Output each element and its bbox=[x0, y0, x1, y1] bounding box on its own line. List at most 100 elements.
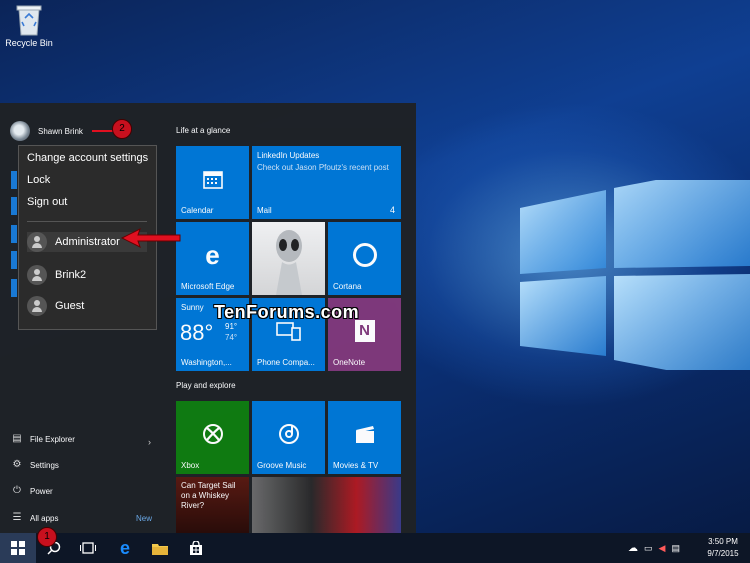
tile-mail[interactable]: LinkedIn Updates Check out Jason Pfoutz'… bbox=[252, 146, 401, 219]
edge-icon: e bbox=[119, 537, 130, 558]
store-icon bbox=[190, 541, 202, 555]
tile-mail-label: Mail bbox=[257, 206, 272, 215]
account-brink2[interactable]: Brink2 bbox=[27, 265, 86, 285]
tile-microsoft-edge[interactable]: e Microsoft Edge bbox=[176, 222, 249, 295]
nav-power-label: Power bbox=[30, 486, 53, 496]
app-tile-strip[interactable] bbox=[11, 251, 17, 269]
tile-movies-tv[interactable]: Movies & TV bbox=[328, 401, 401, 474]
watermark: TenForums.com bbox=[214, 302, 360, 322]
account-guest[interactable]: Guest bbox=[27, 296, 84, 316]
clock-date: 9/7/2015 bbox=[707, 549, 739, 558]
account-administrator-label: Administrator bbox=[55, 236, 120, 248]
calendar-icon bbox=[202, 171, 223, 189]
tile-photos[interactable] bbox=[252, 222, 325, 295]
annotation-line bbox=[92, 130, 114, 132]
gear-icon: ⚙ bbox=[12, 459, 22, 470]
weather-high: 91° bbox=[225, 322, 238, 331]
annotation-badge-1: 1 bbox=[37, 527, 57, 547]
mail-preview: Check out Jason Pfoutz's recent post bbox=[257, 163, 389, 172]
lock-option[interactable]: Lock bbox=[27, 174, 50, 186]
app-tile-strip[interactable] bbox=[11, 225, 17, 243]
tile-groove-label: Groove Music bbox=[257, 461, 307, 470]
clock-time: 3:50 PM bbox=[708, 537, 738, 546]
menu-divider bbox=[27, 221, 147, 222]
movies-tv-icon bbox=[355, 425, 374, 443]
alien-photo bbox=[276, 230, 302, 295]
tile-news[interactable]: Can Target Sail on a Whiskey River? bbox=[176, 477, 249, 533]
onenote-icon: N bbox=[354, 319, 375, 342]
volume-icon[interactable]: ◀ bbox=[659, 543, 666, 554]
chevron-right-icon[interactable]: › bbox=[148, 437, 151, 447]
account-guest-label: Guest bbox=[55, 300, 85, 312]
system-tray: ☁ ▭ ◀ ▤ bbox=[628, 533, 680, 563]
edge-taskbar-button[interactable]: e bbox=[107, 533, 143, 563]
nav-settings-label: Settings bbox=[30, 460, 59, 470]
taskbar-clock[interactable]: 3:50 PM 9/7/2015 bbox=[700, 536, 746, 560]
user-name: Shawn Brink bbox=[38, 126, 83, 136]
nav-power[interactable]: ⏻ Power bbox=[11, 485, 53, 497]
xbox-icon bbox=[202, 423, 223, 444]
tile-onenote-label: OneNote bbox=[333, 358, 366, 367]
tile-weather-label: Washington,... bbox=[181, 358, 232, 367]
recycle-bin-icon bbox=[16, 4, 42, 36]
tile-edge-label: Microsoft Edge bbox=[181, 282, 235, 291]
app-tile-strip[interactable] bbox=[11, 279, 17, 297]
tile-calendar[interactable]: Calendar bbox=[176, 146, 249, 219]
tile-news-photo[interactable] bbox=[252, 477, 401, 533]
task-view-icon bbox=[80, 542, 96, 554]
group-title-play: Play and explore bbox=[176, 381, 236, 390]
tile-movies-label: Movies & TV bbox=[333, 461, 379, 470]
list-icon: ☰ bbox=[12, 512, 22, 523]
weather-low: 74° bbox=[225, 333, 238, 342]
phone-companion-icon bbox=[275, 322, 301, 341]
windows-start-icon bbox=[11, 541, 25, 555]
nav-settings[interactable]: ⚙ Settings bbox=[11, 459, 59, 471]
user-avatar bbox=[10, 121, 30, 141]
group-title-life: Life at a glance bbox=[176, 126, 231, 135]
mail-count-badge: 4 bbox=[389, 205, 395, 215]
network-icon[interactable]: ▭ bbox=[644, 543, 653, 554]
tile-cortana[interactable]: Cortana bbox=[328, 222, 401, 295]
file-explorer-taskbar-button[interactable] bbox=[142, 533, 178, 563]
recycle-bin[interactable]: Recycle Bin bbox=[5, 4, 53, 48]
annotation-badge-2: 2 bbox=[112, 119, 132, 139]
weather-condition: Sunny bbox=[181, 303, 204, 312]
tile-groove-music[interactable]: Groove Music bbox=[252, 401, 325, 474]
recycle-bin-label: Recycle Bin bbox=[5, 38, 53, 48]
action-center-icon[interactable]: ▤ bbox=[671, 543, 680, 554]
nav-all-apps[interactable]: ☰ All apps bbox=[11, 512, 59, 524]
user-icon bbox=[27, 232, 47, 252]
mail-title: LinkedIn Updates bbox=[257, 151, 320, 160]
start-button[interactable] bbox=[0, 533, 36, 563]
folder-icon: ▤ bbox=[12, 433, 22, 444]
user-icon bbox=[27, 296, 47, 316]
tile-calendar-label: Calendar bbox=[181, 206, 214, 215]
windows-logo-wallpaper bbox=[520, 180, 750, 370]
new-label: New bbox=[136, 514, 153, 523]
nav-all-apps-label: All apps bbox=[30, 513, 59, 523]
account-brink2-label: Brink2 bbox=[55, 269, 87, 281]
nav-file-explorer[interactable]: ▤ File Explorer bbox=[11, 433, 75, 445]
weather-temp: 88° bbox=[180, 320, 214, 345]
sign-out-option[interactable]: Sign out bbox=[27, 196, 67, 208]
edge-icon: e bbox=[205, 239, 220, 270]
taskbar: e ☁ ▭ ◀ ▤ bbox=[0, 533, 750, 563]
app-tile-strip[interactable] bbox=[11, 197, 17, 215]
tile-phone-label: Phone Compa... bbox=[257, 358, 315, 367]
task-view-button[interactable] bbox=[70, 533, 106, 563]
tile-xbox-label: Xbox bbox=[181, 461, 200, 470]
tile-cortana-label: Cortana bbox=[333, 282, 362, 291]
store-taskbar-button[interactable] bbox=[178, 533, 214, 563]
onedrive-icon[interactable]: ☁ bbox=[628, 543, 638, 554]
nav-file-explorer-label: File Explorer bbox=[30, 434, 75, 444]
cortana-icon bbox=[352, 242, 377, 267]
tile-xbox[interactable]: Xbox bbox=[176, 401, 249, 474]
news-headline: Can Target Sail on a Whiskey River? bbox=[181, 481, 236, 510]
red-arrow-icon bbox=[120, 228, 181, 248]
app-tile-strip[interactable] bbox=[11, 171, 17, 189]
groove-music-icon bbox=[278, 423, 299, 444]
folder-icon bbox=[152, 543, 168, 555]
power-icon: ⏻ bbox=[13, 485, 21, 496]
change-account-settings[interactable]: Change account settings bbox=[27, 152, 148, 164]
user-account-button[interactable]: Shawn Brink bbox=[10, 121, 83, 141]
